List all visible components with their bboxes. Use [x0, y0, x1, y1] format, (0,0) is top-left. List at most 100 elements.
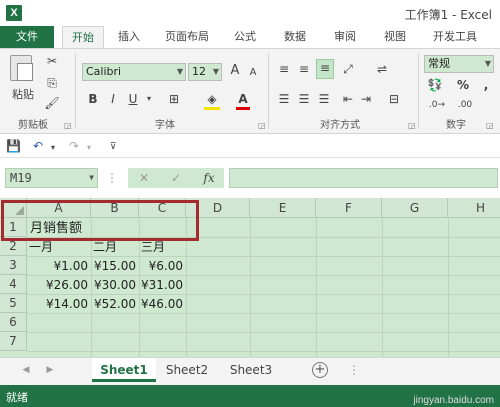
comma-style-button[interactable]: , — [480, 77, 492, 93]
tab-insert[interactable]: 插入 — [112, 26, 146, 48]
gridline — [250, 218, 251, 357]
cell-b5[interactable]: ¥52.00 — [91, 295, 139, 314]
tab-developer[interactable]: 开发工具 — [426, 26, 484, 48]
scroll-right-icon[interactable]: ▶ — [44, 362, 56, 378]
clipboard-group-label: 剪贴板 — [18, 120, 48, 131]
cut-icon[interactable]: ✂ — [44, 53, 60, 69]
formula-input[interactable] — [229, 168, 498, 188]
row-header-6[interactable]: 6 — [0, 313, 27, 332]
align-left-icon[interactable]: ☰ — [276, 91, 292, 107]
number-format-value: 常规 — [428, 57, 450, 70]
font-size-combo[interactable]: 12 ▼ — [188, 63, 222, 81]
fill-color-icon[interactable]: ◈ — [204, 91, 220, 110]
percent-button[interactable]: % — [456, 77, 470, 93]
clipboard-launcher-icon[interactable]: ◲ — [64, 121, 72, 130]
cell-a3[interactable]: ¥1.00 — [27, 257, 91, 276]
excel-logo-icon: X — [6, 5, 22, 21]
column-header-e[interactable]: E — [250, 198, 316, 218]
shrink-font-button[interactable]: A — [246, 65, 260, 81]
add-sheet-button[interactable]: + — [312, 362, 328, 378]
cell-c4[interactable]: ¥31.00 — [139, 276, 186, 295]
ribbon-tabs: 文件 开始 插入 页面布局 公式 数据 审阅 视图 开发工具 — [0, 26, 500, 48]
gridline — [382, 218, 383, 357]
chevron-down-icon[interactable]: ▾ — [48, 140, 58, 156]
chevron-down-icon[interactable]: ▼ — [485, 56, 491, 72]
align-middle-icon[interactable]: ≡ — [296, 61, 312, 77]
cell-b3[interactable]: ¥15.00 — [91, 257, 139, 276]
paste-button[interactable]: 粘贴 — [10, 87, 36, 103]
borders-icon[interactable]: ⊞ — [166, 91, 182, 107]
font-size-value: 12 — [192, 65, 206, 78]
tab-page-layout[interactable]: 页面布局 — [158, 26, 216, 48]
grip-icon: ⋮ — [348, 363, 360, 377]
tab-data[interactable]: 数据 — [278, 26, 312, 48]
font-name-combo[interactable]: Calibri ▼ — [82, 63, 186, 81]
paste-icon[interactable] — [10, 55, 33, 81]
number-format-combo[interactable]: 常规 ▼ — [424, 55, 494, 73]
font-color-icon[interactable]: A — [236, 91, 250, 110]
scroll-left-icon[interactable]: ◀ — [20, 362, 32, 378]
column-header-h[interactable]: H — [448, 198, 500, 218]
save-icon[interactable]: 💾 — [6, 138, 21, 154]
row-header-3[interactable]: 3 — [0, 256, 27, 275]
chevron-down-icon[interactable]: ▾ — [84, 140, 94, 156]
decrease-decimal-icon[interactable]: .00 — [454, 97, 476, 113]
insert-function-button[interactable]: fx — [200, 170, 218, 186]
formula-buttons: ✕ ✓ fx — [128, 168, 224, 188]
cell-b4[interactable]: ¥30.00 — [91, 276, 139, 295]
font-launcher-icon[interactable]: ◲ — [258, 121, 266, 130]
cell-c5[interactable]: ¥46.00 — [139, 295, 186, 314]
underline-button[interactable]: U — [126, 91, 140, 107]
column-header-g[interactable]: G — [382, 198, 448, 218]
tab-review[interactable]: 审阅 — [328, 26, 362, 48]
decrease-indent-icon[interactable]: ⇤ — [340, 91, 356, 107]
align-bottom-icon[interactable]: ≡ — [316, 59, 334, 79]
wrap-text-icon[interactable]: ⇌ — [374, 61, 390, 77]
chevron-down-icon[interactable]: ▼ — [177, 64, 183, 80]
row-header-4[interactable]: 4 — [0, 275, 27, 294]
align-center-icon[interactable]: ☰ — [296, 91, 312, 107]
sheet-tab-3[interactable]: Sheet3 — [222, 358, 280, 382]
tab-file[interactable]: 文件 — [0, 26, 54, 48]
font-group-label: 字体 — [155, 120, 175, 131]
align-right-icon[interactable]: ☰ — [316, 91, 332, 107]
name-box[interactable]: M19 ▼ — [5, 168, 98, 188]
chevron-down-icon[interactable]: ▼ — [89, 169, 94, 187]
column-header-f[interactable]: F — [316, 198, 382, 218]
sheet-tab-1[interactable]: Sheet1 — [92, 358, 156, 382]
undo-icon[interactable]: ↶ — [30, 138, 46, 154]
bold-button[interactable]: B — [86, 91, 100, 107]
row-header-5[interactable]: 5 — [0, 294, 27, 313]
tab-home[interactable]: 开始 — [62, 26, 104, 48]
accounting-format-icon[interactable]: 💱 — [426, 77, 444, 93]
orientation-icon[interactable]: ⤢ — [340, 61, 356, 77]
cell-c3[interactable]: ¥6.00 — [139, 257, 186, 276]
customize-qat-icon[interactable]: ⊽ — [108, 139, 118, 155]
row-header-7[interactable]: 7 — [0, 332, 27, 351]
cell-a5[interactable]: ¥14.00 — [27, 295, 91, 314]
increase-decimal-icon[interactable]: .0→ — [426, 97, 448, 113]
italic-button[interactable]: I — [106, 91, 120, 107]
sheet-tab-2[interactable]: Sheet2 — [158, 358, 216, 382]
format-painter-icon[interactable]: 🖌 — [44, 95, 60, 111]
grip-icon: ⋮ — [106, 171, 118, 185]
cancel-icon[interactable]: ✕ — [136, 170, 152, 186]
merge-center-icon[interactable]: ⊟ — [386, 91, 402, 107]
chevron-down-icon[interactable]: ▼ — [213, 64, 219, 80]
enter-icon[interactable]: ✓ — [168, 170, 184, 186]
number-launcher-icon[interactable]: ◲ — [486, 121, 494, 130]
formula-bar: M19 ▼ ⋮ ✕ ✓ fx — [0, 158, 500, 198]
cell-a4[interactable]: ¥26.00 — [27, 276, 91, 295]
watermark: jingyan.baidu.com — [413, 395, 494, 406]
align-top-icon[interactable]: ≡ — [276, 61, 292, 77]
alignment-launcher-icon[interactable]: ◲ — [408, 121, 416, 130]
tab-formulas[interactable]: 公式 — [228, 26, 262, 48]
name-box-value: M19 — [10, 171, 32, 185]
grow-font-button[interactable]: A — [228, 63, 242, 79]
tab-view[interactable]: 视图 — [378, 26, 412, 48]
increase-indent-icon[interactable]: ⇥ — [358, 91, 374, 107]
chevron-down-icon[interactable]: ▾ — [144, 91, 154, 107]
redo-icon[interactable]: ↷ — [66, 138, 82, 154]
copy-icon[interactable]: ⎘ — [44, 75, 60, 91]
window-title: 工作簿1 - Excel — [404, 8, 492, 22]
